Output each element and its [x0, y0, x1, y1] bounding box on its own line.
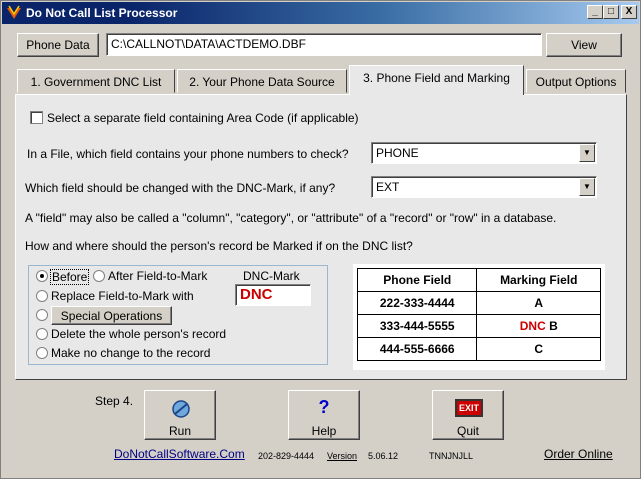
- mark-field-question: Which field should be changed with the D…: [25, 181, 336, 195]
- step-label: Step 4.: [95, 394, 134, 408]
- quit-button[interactable]: EXIT Quit: [432, 390, 504, 440]
- dnc-mark-label: DNC-Mark: [243, 269, 300, 283]
- help-button[interactable]: ? Help: [288, 390, 360, 440]
- tab-phone-data-source[interactable]: 2. Your Phone Data Source: [177, 69, 347, 93]
- area-code-checkbox[interactable]: [30, 111, 43, 124]
- help-icon: ?: [318, 397, 330, 417]
- help-label: Help: [311, 424, 337, 438]
- data-path-input[interactable]: C:\CALLNOT\DATA\ACTDEMO.DBF: [106, 33, 542, 56]
- window-title: Do Not Call List Processor: [26, 6, 178, 20]
- quit-label: Quit: [456, 424, 479, 438]
- table-cell-mark: A: [476, 291, 601, 315]
- table-row: 333-444-5555 DNC B: [356, 314, 601, 338]
- area-code-checkbox-label: Select a separate field containing Area …: [47, 111, 359, 125]
- marking-example-table: Phone Field Marking Field 222-333-4444 A…: [356, 268, 601, 361]
- radio-before-label: Before: [50, 269, 90, 285]
- mark-field-select-value: EXT: [376, 180, 400, 194]
- main-window: Do Not Call List Processor _ □ X Phone D…: [0, 0, 641, 479]
- title-bar[interactable]: Do Not Call List Processor _ □ X: [2, 2, 639, 24]
- phone-field-select-value: PHONE: [376, 146, 419, 160]
- view-button[interactable]: View: [546, 33, 622, 57]
- radio-before[interactable]: [36, 270, 48, 282]
- radio-after[interactable]: [93, 270, 105, 282]
- table-header: Phone Field: [356, 268, 478, 292]
- run-label: Run: [168, 424, 191, 438]
- table-cell-phone: 222-333-4444: [356, 291, 478, 315]
- radio-special-ops[interactable]: [36, 309, 48, 321]
- table-row: 222-333-4444 A: [356, 291, 601, 315]
- table-header: Marking Field: [476, 268, 601, 292]
- run-icon: [172, 400, 190, 418]
- mark-field-select[interactable]: EXT ▼: [371, 176, 597, 198]
- radio-delete-record[interactable]: [36, 328, 48, 340]
- radio-replace-label: Replace Field-to-Mark with: [51, 289, 194, 303]
- field-note: A "field" may also be called a "column",…: [25, 211, 557, 225]
- tab-output-options[interactable]: Output Options: [526, 69, 626, 93]
- run-button[interactable]: Run: [144, 390, 216, 440]
- close-button[interactable]: X: [621, 5, 637, 19]
- website-link[interactable]: DoNotCallSoftware.Com: [114, 447, 245, 461]
- table-cell-phone: 444-555-6666: [356, 337, 478, 361]
- app-icon: [7, 5, 21, 19]
- radio-after-label: After Field-to-Mark: [108, 269, 208, 283]
- radio-delete-record-label: Delete the whole person's record: [51, 327, 227, 341]
- tab-phone-field-marking[interactable]: 3. Phone Field and Marking: [349, 65, 524, 95]
- dnc-mark-input[interactable]: DNC: [235, 284, 311, 306]
- table-row: 444-555-6666 C: [356, 337, 601, 361]
- version-label[interactable]: Version: [327, 451, 357, 461]
- how-question: How and where should the person's record…: [25, 239, 413, 253]
- minimize-button[interactable]: _: [587, 5, 603, 19]
- radio-no-change-label: Make no change to the record: [51, 346, 211, 360]
- maximize-button[interactable]: □: [603, 5, 619, 19]
- radio-replace[interactable]: [36, 290, 48, 302]
- dnc-prefix: DNC: [519, 319, 546, 333]
- license-code: TNNJNJLL: [429, 451, 474, 461]
- exit-sign-icon: EXIT: [455, 399, 483, 417]
- phone-field-question: In a File, which field contains your pho…: [27, 147, 349, 161]
- table-cell-mark: DNC B: [476, 314, 601, 338]
- support-phone: 202-829-4444: [258, 451, 315, 461]
- order-online-link[interactable]: Order Online: [544, 447, 613, 461]
- mark-value: A: [534, 296, 544, 310]
- table-cell-phone: 333-444-5555: [356, 314, 478, 338]
- mark-value: B: [549, 319, 558, 333]
- phone-data-button[interactable]: Phone Data: [17, 33, 99, 57]
- table-cell-mark: C: [476, 337, 601, 361]
- radio-no-change[interactable]: [36, 347, 48, 359]
- mark-value: C: [534, 342, 544, 356]
- special-operations-button[interactable]: Special Operations: [51, 306, 172, 325]
- dropdown-arrow-icon[interactable]: ▼: [579, 178, 595, 196]
- version-number: 5.06.12: [368, 451, 399, 461]
- phone-field-select[interactable]: PHONE ▼: [371, 142, 597, 164]
- dropdown-arrow-icon[interactable]: ▼: [579, 144, 595, 162]
- tab-government-dnc-list[interactable]: 1. Government DNC List: [17, 69, 175, 93]
- table-header-row: Phone Field Marking Field: [356, 268, 601, 292]
